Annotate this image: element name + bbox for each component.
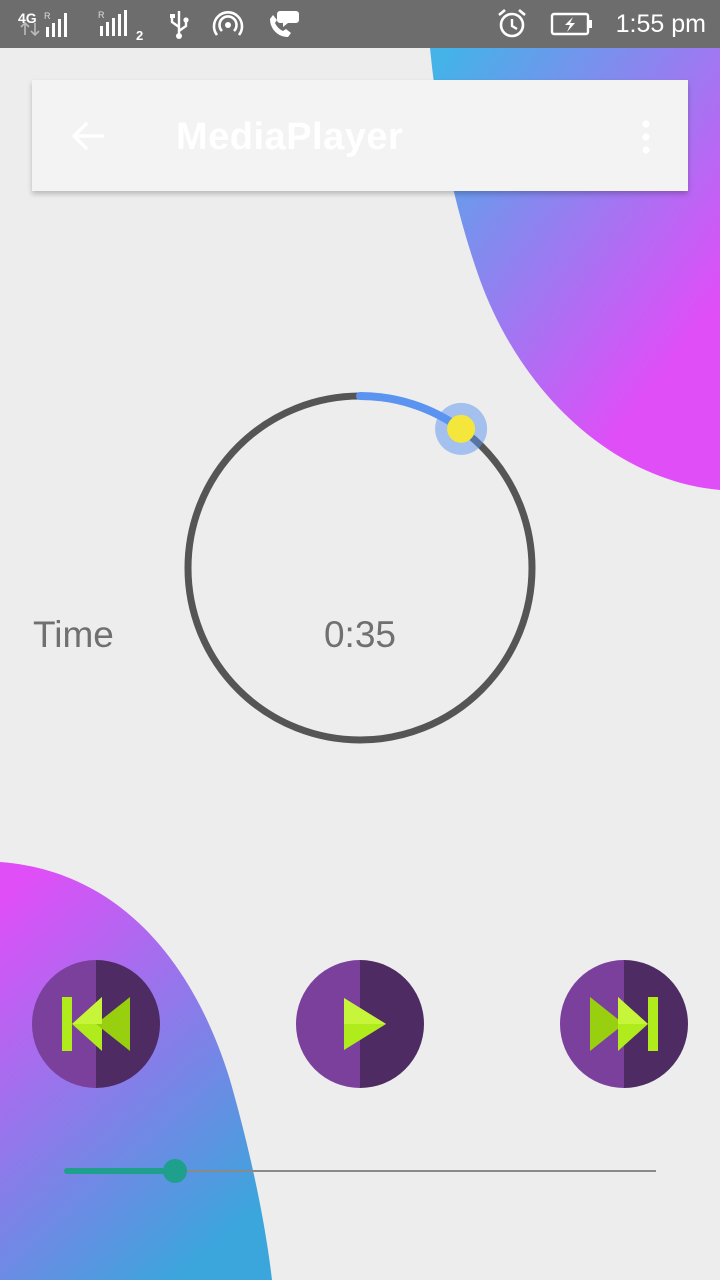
dial-knob[interactable] [447, 414, 476, 443]
sim2-label: 2 [136, 28, 143, 40]
alarm-icon [497, 9, 526, 38]
battery-charging-icon [550, 12, 592, 36]
network-type-label: 4G [18, 10, 37, 26]
roaming-indicator: R [44, 11, 51, 21]
app-title: MediaPlayer [176, 116, 404, 158]
previous-button[interactable] [32, 960, 160, 1088]
hotspot-icon [212, 11, 244, 36]
seek-bar[interactable] [64, 1152, 656, 1192]
elapsed-time: 0:35 [323, 614, 396, 655]
time-label: Time [33, 614, 114, 655]
seek-progress [64, 1168, 175, 1174]
next-button[interactable] [560, 960, 688, 1088]
status-time: 1:55 pm [615, 9, 706, 38]
app-toolbar: MediaPlayer [32, 80, 688, 191]
arrow-back-icon[interactable] [70, 118, 106, 154]
play-button[interactable] [296, 960, 424, 1088]
more-vert-icon[interactable] [640, 120, 652, 154]
usb-icon [170, 11, 189, 39]
seek-thumb[interactable] [162, 1159, 187, 1183]
status-bar: 4G R R 2 1:55 pm [0, 0, 720, 48]
signal-icon: 4G R [18, 10, 67, 37]
signal-sim2-icon: R 2 [98, 10, 143, 40]
dial-ring [184, 392, 536, 744]
roaming-indicator-2: R [98, 10, 105, 20]
call-chat-icon [270, 11, 299, 37]
